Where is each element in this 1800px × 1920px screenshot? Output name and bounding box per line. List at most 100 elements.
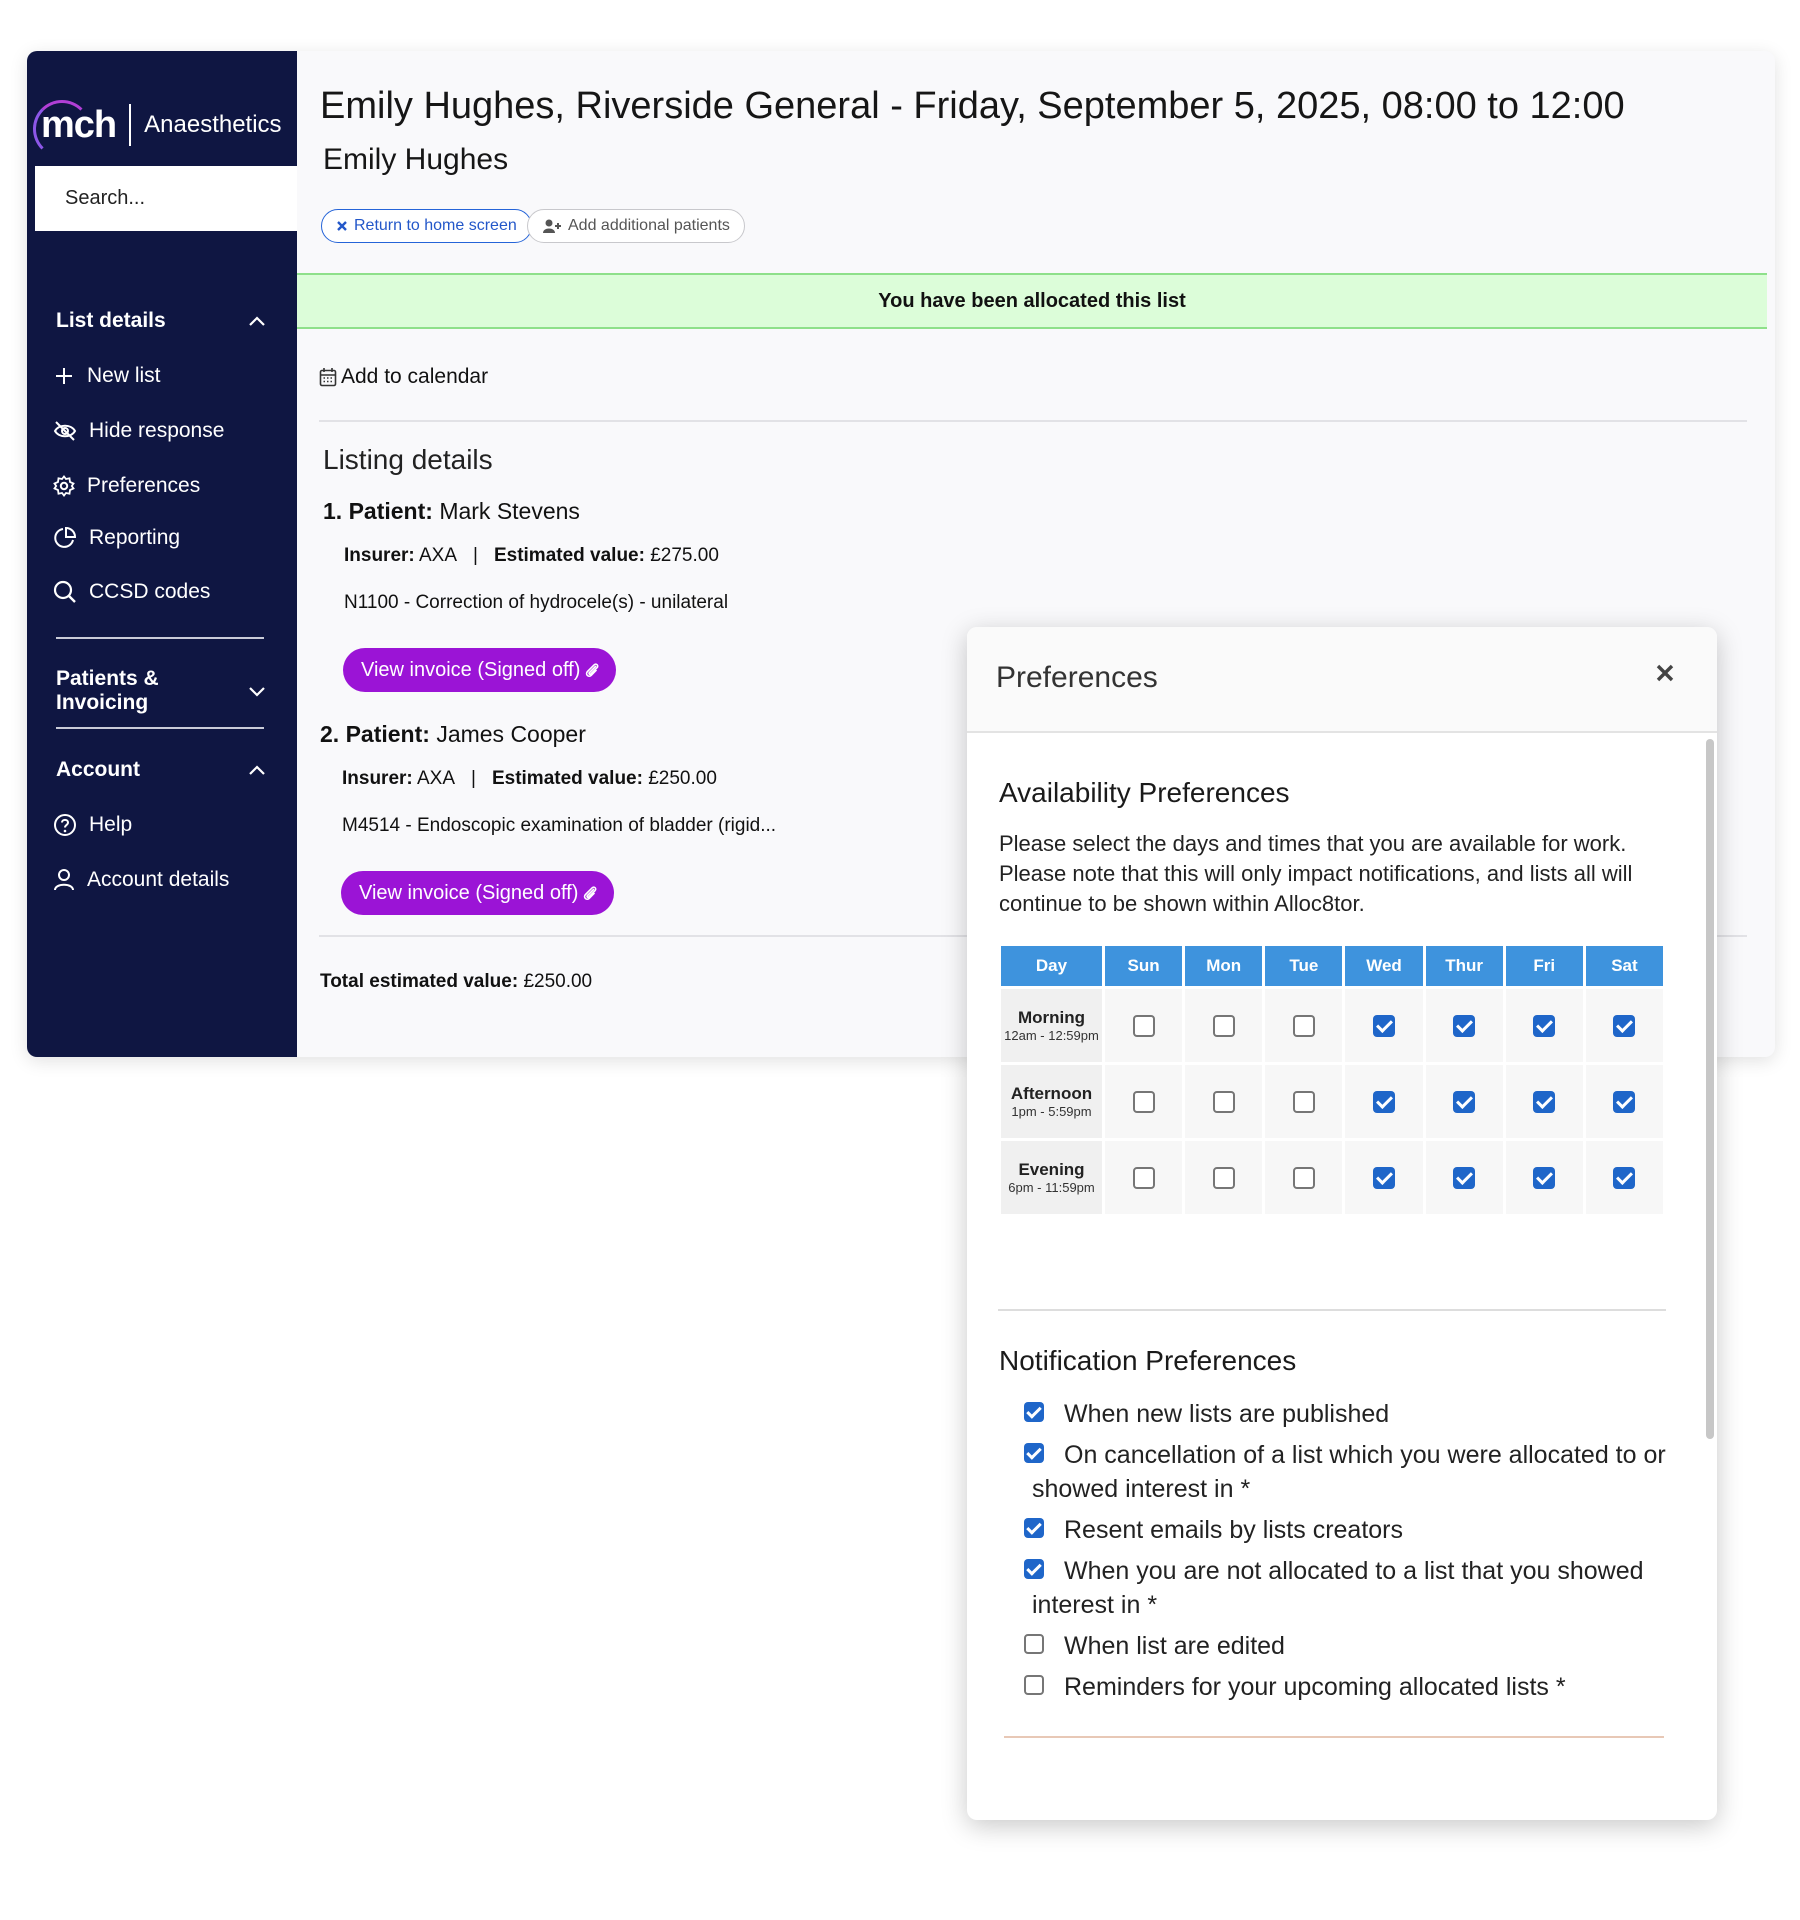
column-header-sun: Sun	[1105, 946, 1183, 986]
patient-label: Patient:	[345, 721, 430, 747]
add-to-calendar-link[interactable]: Add to calendar	[319, 365, 488, 389]
availability-cell	[1265, 989, 1343, 1062]
availability-checkbox-morning-sun[interactable]	[1132, 1014, 1155, 1037]
modal-scrollbar[interactable]	[1706, 739, 1714, 1439]
user-icon	[54, 869, 74, 891]
availability-row-afternoon: Afternoon 1pm - 5:59pm	[1001, 1065, 1663, 1138]
notification-checkbox[interactable]	[1024, 1402, 1044, 1423]
availability-checkbox-morning-sat[interactable]	[1613, 1014, 1636, 1037]
patient-label: Patient:	[348, 498, 433, 524]
availability-checkbox-afternoon-mon[interactable]	[1212, 1090, 1235, 1113]
section-patients-invoicing[interactable]: Patients & Invoicing	[56, 667, 266, 715]
availability-checkbox-evening-sun[interactable]	[1132, 1166, 1155, 1189]
sidebar-item-account-details[interactable]: Account details	[53, 868, 229, 892]
notification-label: Reminders for your upcoming allocated li…	[1064, 1673, 1566, 1701]
notification-checkbox[interactable]	[1024, 1559, 1044, 1580]
logo[interactable]: mch Anaesthetics	[33, 95, 282, 158]
slot-time-range: 6pm - 11:59pm	[1008, 1179, 1095, 1195]
notification-checkbox[interactable]	[1024, 1443, 1044, 1464]
availability-checkbox-afternoon-thur[interactable]	[1453, 1090, 1476, 1113]
modal-title: Preferences	[996, 661, 1158, 694]
insurer-label: Insurer:	[342, 768, 413, 789]
patient-name: Mark Stevens	[439, 498, 580, 524]
divider	[319, 420, 1747, 422]
add-user-icon	[543, 219, 561, 233]
column-header-tue: Tue	[1265, 946, 1343, 986]
sidebar-item-label: New list	[87, 364, 161, 387]
total-label: Total estimated value:	[320, 971, 519, 992]
slot-name: Morning	[1017, 1007, 1086, 1027]
notification-checkbox[interactable]	[1024, 1675, 1044, 1696]
availability-checkbox-evening-tue[interactable]	[1292, 1166, 1315, 1189]
notification-option[interactable]: On cancellation of a list which you were…	[1024, 1438, 1672, 1506]
availability-checkbox-evening-sat[interactable]	[1613, 1166, 1636, 1189]
availability-checkbox-afternoon-wed[interactable]	[1372, 1090, 1395, 1113]
sidebar-item-preferences[interactable]: Preferences	[53, 474, 200, 498]
availability-checkbox-morning-wed[interactable]	[1372, 1014, 1395, 1037]
availability-cell	[1185, 989, 1263, 1062]
availability-checkbox-afternoon-tue[interactable]	[1292, 1090, 1315, 1113]
availability-cell	[1585, 989, 1663, 1062]
total-estimated-value: Total estimated value: £250.00	[320, 971, 592, 993]
availability-checkbox-evening-mon[interactable]	[1212, 1166, 1235, 1189]
notification-option[interactable]: Reminders for your upcoming allocated li…	[1024, 1670, 1672, 1704]
sidebar-item-label: Hide response	[89, 419, 225, 442]
plus-icon	[56, 368, 72, 384]
modal-divider	[998, 1309, 1666, 1311]
close-icon[interactable]	[1655, 663, 1675, 683]
preferences-modal: Preferences Availability Preferences Ple…	[967, 627, 1717, 1820]
patient-2-procedure: M4514 - Endoscopic examination of bladde…	[342, 815, 777, 836]
availability-title: Availability Preferences	[999, 777, 1290, 808]
column-header-wed: Wed	[1345, 946, 1423, 986]
availability-checkbox-evening-thur[interactable]	[1453, 1166, 1476, 1189]
section-account[interactable]: Account	[56, 758, 266, 782]
estimated-value-label: Estimated value:	[493, 545, 645, 566]
sidebar-item-label: Help	[89, 813, 133, 836]
view-invoice-button[interactable]: View invoice (Signed off)	[343, 648, 617, 692]
availability-checkbox-morning-thur[interactable]	[1453, 1014, 1476, 1037]
add-patients-button[interactable]: Add additional patients	[527, 209, 745, 243]
sidebar-item-hide-response[interactable]: Hide response	[53, 419, 224, 443]
availability-checkbox-morning-mon[interactable]	[1212, 1014, 1235, 1037]
availability-checkbox-morning-fri[interactable]	[1533, 1014, 1556, 1037]
notification-option[interactable]: When you are not allocated to a list tha…	[1024, 1554, 1672, 1622]
slot-time-range: 12am - 12:59pm	[1004, 1027, 1099, 1043]
sidebar-item-help[interactable]: Help	[53, 813, 132, 837]
button-label: Return to home screen	[354, 217, 517, 234]
notification-checkbox[interactable]	[1024, 1634, 1044, 1655]
sidebar: mch Anaesthetics Search... List details …	[27, 51, 297, 1057]
availability-checkbox-afternoon-fri[interactable]	[1533, 1090, 1556, 1113]
column-header-day: Day	[1001, 946, 1102, 986]
availability-checkbox-afternoon-sun[interactable]	[1132, 1090, 1155, 1113]
return-home-button[interactable]: Return to home screen	[321, 209, 532, 243]
modal-header: Preferences	[967, 627, 1717, 733]
availability-cell	[1425, 1065, 1503, 1138]
notification-option[interactable]: When list are edited	[1024, 1629, 1672, 1663]
notification-option[interactable]: Resent emails by lists creators	[1024, 1513, 1672, 1547]
availability-checkbox-afternoon-sat[interactable]	[1613, 1090, 1636, 1113]
insurer-value: AXA	[418, 545, 458, 566]
availability-cell	[1505, 989, 1583, 1062]
availability-cell	[1345, 1141, 1423, 1214]
column-header-sat: Sat	[1585, 946, 1663, 986]
availability-cell	[1425, 989, 1503, 1062]
availability-checkbox-evening-wed[interactable]	[1372, 1166, 1395, 1189]
sidebar-item-new-list[interactable]: New list	[53, 364, 161, 388]
insurer-label: Insurer:	[344, 545, 415, 566]
listing-details-title: Listing details	[323, 444, 493, 475]
section-list-details[interactable]: List details	[56, 309, 266, 333]
notification-checkbox[interactable]	[1024, 1518, 1044, 1539]
chevron-up-icon	[249, 765, 265, 775]
sidebar-item-label: Reporting	[89, 526, 181, 549]
column-header-mon: Mon	[1185, 946, 1263, 986]
availability-checkbox-morning-tue[interactable]	[1292, 1014, 1315, 1037]
sidebar-item-reporting[interactable]: Reporting	[53, 526, 180, 550]
patient-2-heading: 2. Patient: James Cooper	[320, 721, 586, 748]
notification-label: Resent emails by lists creators	[1064, 1516, 1404, 1544]
patient-2-meta: Insurer: AXA | Estimated value: £250.00	[342, 768, 717, 790]
availability-checkbox-evening-fri[interactable]	[1533, 1166, 1556, 1189]
notification-option[interactable]: When new lists are published	[1024, 1397, 1672, 1431]
sidebar-item-ccsd-codes[interactable]: CCSD codes	[53, 580, 210, 604]
search-input[interactable]: Search...	[35, 166, 297, 231]
view-invoice-button[interactable]: View invoice (Signed off)	[341, 871, 615, 915]
